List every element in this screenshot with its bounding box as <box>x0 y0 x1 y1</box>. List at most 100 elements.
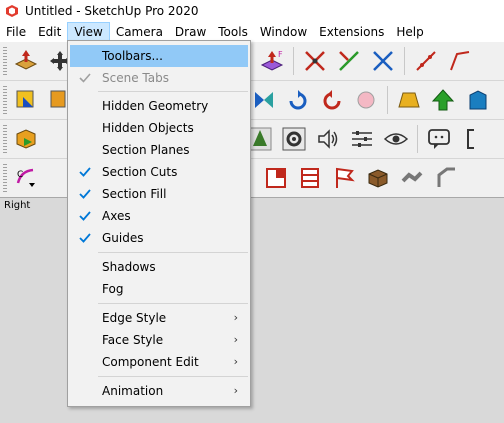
submenu-arrow-icon: › <box>233 355 238 368</box>
pipe-button[interactable] <box>396 162 428 194</box>
menu-file[interactable]: File <box>0 22 32 42</box>
svg-text:C: C <box>17 170 23 180</box>
menu-view[interactable]: View <box>67 22 110 42</box>
menu-extensions[interactable]: Extensions <box>313 22 390 42</box>
push-pull-f-button[interactable]: F <box>256 45 288 77</box>
menu-item-edge-style[interactable]: Edge Style › <box>70 307 248 329</box>
submenu-arrow-icon: › <box>233 311 238 324</box>
menu-item-guides[interactable]: Guides <box>70 227 248 249</box>
view-menu-dropdown: Toolbars... Scene Tabs Hidden Geometry H… <box>67 40 251 407</box>
menu-item-face-style[interactable]: Face Style › <box>70 329 248 351</box>
curve-dropdown-icon: C <box>16 168 35 187</box>
push-pull-icon <box>14 50 38 70</box>
rotate-button[interactable] <box>282 84 314 116</box>
settings-gear-button[interactable] <box>278 123 310 155</box>
component-button[interactable] <box>10 123 42 155</box>
chat-button[interactable] <box>423 123 455 155</box>
line-points-icon <box>416 51 436 71</box>
speaker-icon <box>318 129 338 149</box>
curve-tool-button[interactable]: C <box>10 162 42 194</box>
menu-bar: File Edit View Camera Draw Tools Window … <box>0 22 504 42</box>
yellow-ring-button[interactable] <box>393 84 425 116</box>
gear-icon <box>282 127 306 151</box>
check-icon <box>79 73 91 83</box>
sound-button[interactable] <box>312 123 344 155</box>
sketchup-logo-icon <box>6 5 18 17</box>
sketchup-window: Untitled - SketchUp Pro 2020 File Edit V… <box>0 0 504 423</box>
menu-item-fog[interactable]: Fog <box>70 278 248 300</box>
red-lines-button[interactable] <box>294 162 326 194</box>
menu-item-section-planes[interactable]: Section Planes <box>70 139 248 161</box>
red-lines-icon <box>301 168 319 188</box>
menu-item-hidden-geometry[interactable]: Hidden Geometry <box>70 95 248 117</box>
menu-item-animation[interactable]: Animation › <box>70 380 248 402</box>
pipe-icon <box>401 171 423 183</box>
toolbar-separator <box>417 125 418 153</box>
menu-item-shadows[interactable]: Shadows <box>70 256 248 278</box>
angle-button[interactable] <box>430 162 462 194</box>
menu-item-section-fill[interactable]: Section Fill <box>70 183 248 205</box>
scale-blue-icon <box>373 51 393 71</box>
angle-icon <box>437 167 455 187</box>
red-square-icon <box>266 168 286 188</box>
green-arrow-button[interactable] <box>427 84 459 116</box>
bowtie-button[interactable] <box>248 84 280 116</box>
red-square-button[interactable] <box>260 162 292 194</box>
menu-divider <box>98 91 248 92</box>
polyline-button[interactable] <box>444 45 476 77</box>
toolbar-grip[interactable] <box>3 164 7 192</box>
menu-divider <box>98 252 248 253</box>
toolbar-grip[interactable] <box>3 125 7 153</box>
menu-help[interactable]: Help <box>390 22 429 42</box>
menu-camera[interactable]: Camera <box>110 22 169 42</box>
toolbar-grip[interactable] <box>3 86 7 114</box>
submenu-arrow-icon: › <box>233 333 238 346</box>
title-bar: Untitled - SketchUp Pro 2020 <box>0 0 504 22</box>
face-tool-button[interactable] <box>10 84 42 116</box>
menu-tools[interactable]: Tools <box>212 22 254 42</box>
eye-button[interactable] <box>380 123 412 155</box>
menu-window[interactable]: Window <box>254 22 313 42</box>
partial-button[interactable] <box>457 123 489 155</box>
menu-item-axes[interactable]: Axes <box>70 205 248 227</box>
flag-button[interactable] <box>328 162 360 194</box>
window-title: Untitled - SketchUp Pro 2020 <box>25 4 199 18</box>
pink-tool-button[interactable] <box>350 84 382 116</box>
brown-box-button[interactable] <box>362 162 394 194</box>
toolbar-separator <box>293 47 294 75</box>
undo-red-button[interactable] <box>316 84 348 116</box>
push-pull-tool-button[interactable] <box>10 45 42 77</box>
rotate-red-icon <box>323 90 341 110</box>
scale-red-icon <box>305 51 325 71</box>
bowtie-icon <box>255 92 273 108</box>
menu-divider <box>98 303 248 304</box>
blue-shape-button[interactable] <box>461 84 493 116</box>
menu-item-scene-tabs: Scene Tabs <box>70 67 248 89</box>
scale-tool-2-button[interactable] <box>333 45 365 77</box>
menu-item-component-edit[interactable]: Component Edit › <box>70 351 248 373</box>
brown-box-icon <box>368 169 388 188</box>
line-points-button[interactable] <box>410 45 442 77</box>
menu-divider <box>98 376 248 377</box>
check-icon <box>79 211 91 221</box>
scale-tool-button[interactable] <box>299 45 331 77</box>
pink-shape-icon <box>357 91 375 109</box>
component-box-icon <box>16 129 36 149</box>
submenu-arrow-icon: › <box>233 384 238 397</box>
chat-bubble-icon <box>428 129 450 149</box>
sliders-button[interactable] <box>346 123 378 155</box>
sliders-icon <box>352 131 372 147</box>
menu-draw[interactable]: Draw <box>169 22 212 42</box>
menu-item-hidden-objects[interactable]: Hidden Objects <box>70 117 248 139</box>
blue-shape-icon <box>469 90 487 110</box>
svg-text:F: F <box>278 50 283 59</box>
menu-edit[interactable]: Edit <box>32 22 67 42</box>
toolbar-grip[interactable] <box>3 47 7 75</box>
menu-item-section-cuts[interactable]: Section Cuts <box>70 161 248 183</box>
eye-icon <box>383 133 409 145</box>
polyline-icon <box>450 51 470 71</box>
scale-tool-3-button[interactable] <box>367 45 399 77</box>
menu-item-toolbars[interactable]: Toolbars... <box>70 45 248 67</box>
flag-icon <box>336 167 355 188</box>
scale-green-icon <box>339 51 359 71</box>
